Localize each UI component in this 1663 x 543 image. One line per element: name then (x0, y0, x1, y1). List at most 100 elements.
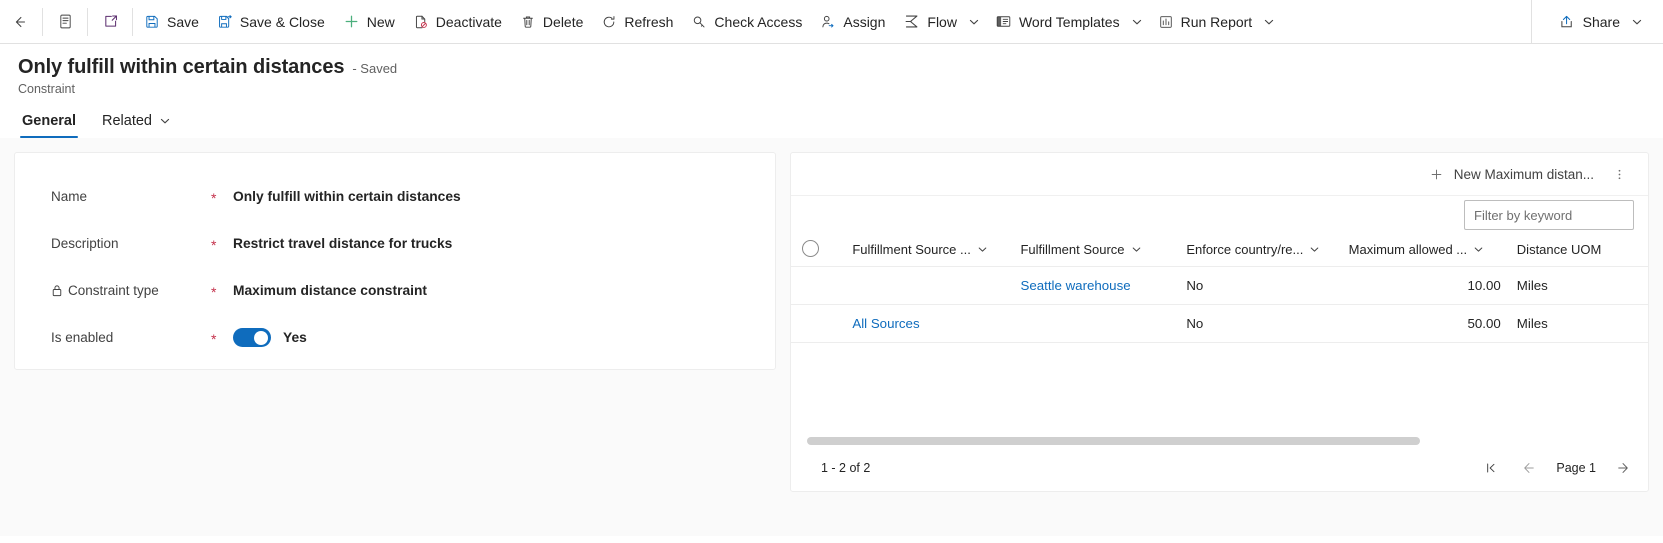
column-header-maximum-allowed[interactable]: Maximum allowed ... (1340, 240, 1509, 267)
divider (132, 7, 133, 36)
share-label: Share (1582, 13, 1620, 30)
field-value-name[interactable]: Only fulfill within certain distances (233, 189, 461, 204)
column-label: Enforce country/re... (1186, 242, 1304, 257)
flow-button[interactable]: Flow (894, 4, 966, 40)
field-label-name-text: Name (51, 189, 88, 204)
assign-button[interactable]: Assign (811, 4, 894, 40)
trash-icon (520, 14, 536, 30)
new-maximum-distance-label: New Maximum distan... (1453, 166, 1594, 182)
field-value-description[interactable]: Restrict travel distance for trucks (233, 236, 452, 251)
tab-general[interactable]: General (20, 109, 78, 138)
flow-chevron-button[interactable] (966, 16, 986, 28)
cell-fulfillment-source-type[interactable]: All Sources (844, 304, 1013, 343)
column-label: Fulfillment Source ... (852, 242, 971, 257)
filter-by-keyword-input[interactable] (1464, 200, 1634, 230)
first-page-icon (1484, 461, 1498, 475)
delete-button[interactable]: Delete (511, 4, 592, 40)
field-value-constraint-type: Maximum distance constraint (233, 283, 427, 298)
new-button[interactable]: New (334, 4, 404, 40)
previous-page-icon (1521, 460, 1537, 476)
chevron-down-icon (159, 115, 171, 127)
subgrid-overflow-button[interactable] (1604, 159, 1634, 189)
table-row[interactable]: Seattle warehouse No 10.00 Miles (791, 266, 1648, 305)
subgrid-footer: 1 - 2 of 2 Page 1 (791, 445, 1648, 491)
cell-select[interactable] (791, 266, 845, 305)
tab-general-label: General (22, 113, 76, 129)
previous-page-button[interactable] (1518, 457, 1540, 479)
chevron-down-icon (1309, 244, 1320, 255)
cell-distance-uom: Miles (1508, 304, 1648, 343)
record-link[interactable]: All Sources (852, 316, 919, 331)
record-link[interactable]: Seattle warehouse (1020, 278, 1130, 293)
key-icon (691, 14, 707, 30)
chevron-down-icon (1131, 16, 1143, 28)
select-all-radio[interactable] (802, 240, 819, 257)
word-templates-button[interactable]: Word Templates (986, 4, 1129, 40)
word-templates-group: Word Templates (986, 4, 1149, 40)
scrollbar-thumb[interactable] (807, 437, 1421, 445)
page-number-label: Page 1 (1556, 461, 1596, 475)
column-header-enforce-country[interactable]: Enforce country/re... (1178, 240, 1341, 267)
max-distance-table: Fulfillment Source ... Fulfillment Sourc… (791, 240, 1648, 343)
field-label-constraint-type: Constraint type (51, 283, 211, 298)
table-row[interactable]: All Sources No 50.00 Miles (791, 304, 1648, 343)
horizontal-scrollbar[interactable] (791, 437, 1648, 445)
person-assign-icon (820, 14, 836, 30)
form-left-column: Name * Only fulfill within certain dista… (14, 152, 776, 536)
cell-fulfillment-source[interactable]: Seattle warehouse (1012, 266, 1179, 305)
run-report-chevron-button[interactable] (1261, 16, 1281, 28)
share-button[interactable]: Share (1550, 4, 1629, 40)
form-body: Name * Only fulfill within certain dista… (0, 138, 1663, 536)
field-label-is-enabled: Is enabled (51, 330, 211, 345)
cell-fulfillment-source (1012, 304, 1179, 343)
cell-select[interactable] (791, 304, 845, 343)
new-maximum-distance-button[interactable]: New Maximum distan... (1421, 158, 1602, 190)
refresh-button[interactable]: Refresh (592, 4, 682, 40)
next-page-button[interactable] (1612, 457, 1634, 479)
check-access-button[interactable]: Check Access (682, 4, 811, 40)
run-report-label: Run Report (1180, 13, 1253, 30)
form-icon (57, 13, 74, 30)
column-header-select (791, 240, 845, 267)
form-selector-button[interactable] (45, 4, 85, 40)
save-button[interactable]: Save (135, 4, 208, 40)
pop-out-button[interactable] (90, 4, 130, 40)
column-header-fulfillment-source-type[interactable]: Fulfillment Source ... (844, 240, 1013, 267)
first-page-button[interactable] (1480, 457, 1502, 479)
word-templates-chevron-button[interactable] (1129, 16, 1149, 28)
required-indicator: * (211, 331, 217, 347)
cell-maximum-allowed: 50.00 (1340, 304, 1509, 343)
is-enabled-toggle[interactable] (233, 328, 271, 347)
back-button[interactable] (0, 4, 40, 40)
command-bar-left: Save Save & Close New Deactivate Delete … (0, 0, 1531, 43)
assign-label: Assign (843, 13, 886, 30)
column-label: Distance UOM (1516, 242, 1602, 257)
chevron-down-icon (1263, 16, 1275, 28)
back-arrow-icon (11, 13, 29, 31)
is-enabled-value-label: Yes (283, 330, 307, 345)
more-vertical-icon (1612, 167, 1627, 182)
required-indicator: * (211, 190, 217, 206)
command-bar-right: Share (1530, 0, 1663, 43)
cell-distance-uom: Miles (1508, 266, 1648, 305)
command-bar: Save Save & Close New Deactivate Delete … (0, 0, 1663, 44)
save-and-close-button[interactable]: Save & Close (208, 4, 334, 40)
cell-maximum-allowed: 10.00 (1340, 266, 1509, 305)
run-report-button[interactable]: Run Report (1149, 4, 1262, 40)
share-icon (1559, 13, 1576, 30)
field-label-name: Name (51, 189, 211, 204)
save-and-close-label: Save & Close (239, 13, 325, 30)
column-header-fulfillment-source[interactable]: Fulfillment Source (1012, 240, 1179, 267)
pagination-controls: Page 1 (1480, 457, 1634, 479)
tab-related-label: Related (102, 113, 152, 129)
cell-enforce-country: No (1178, 266, 1341, 305)
check-access-label: Check Access (714, 13, 803, 30)
share-chevron-button[interactable] (1629, 16, 1649, 28)
save-and-close-icon (217, 14, 233, 30)
chevron-down-icon (1631, 16, 1643, 28)
required-indicator: * (211, 284, 217, 300)
tab-related[interactable]: Related (100, 109, 173, 138)
column-header-distance-uom[interactable]: Distance UOM (1508, 240, 1648, 267)
cell-fulfillment-source-type (844, 266, 1013, 305)
deactivate-button[interactable]: Deactivate (404, 4, 511, 40)
